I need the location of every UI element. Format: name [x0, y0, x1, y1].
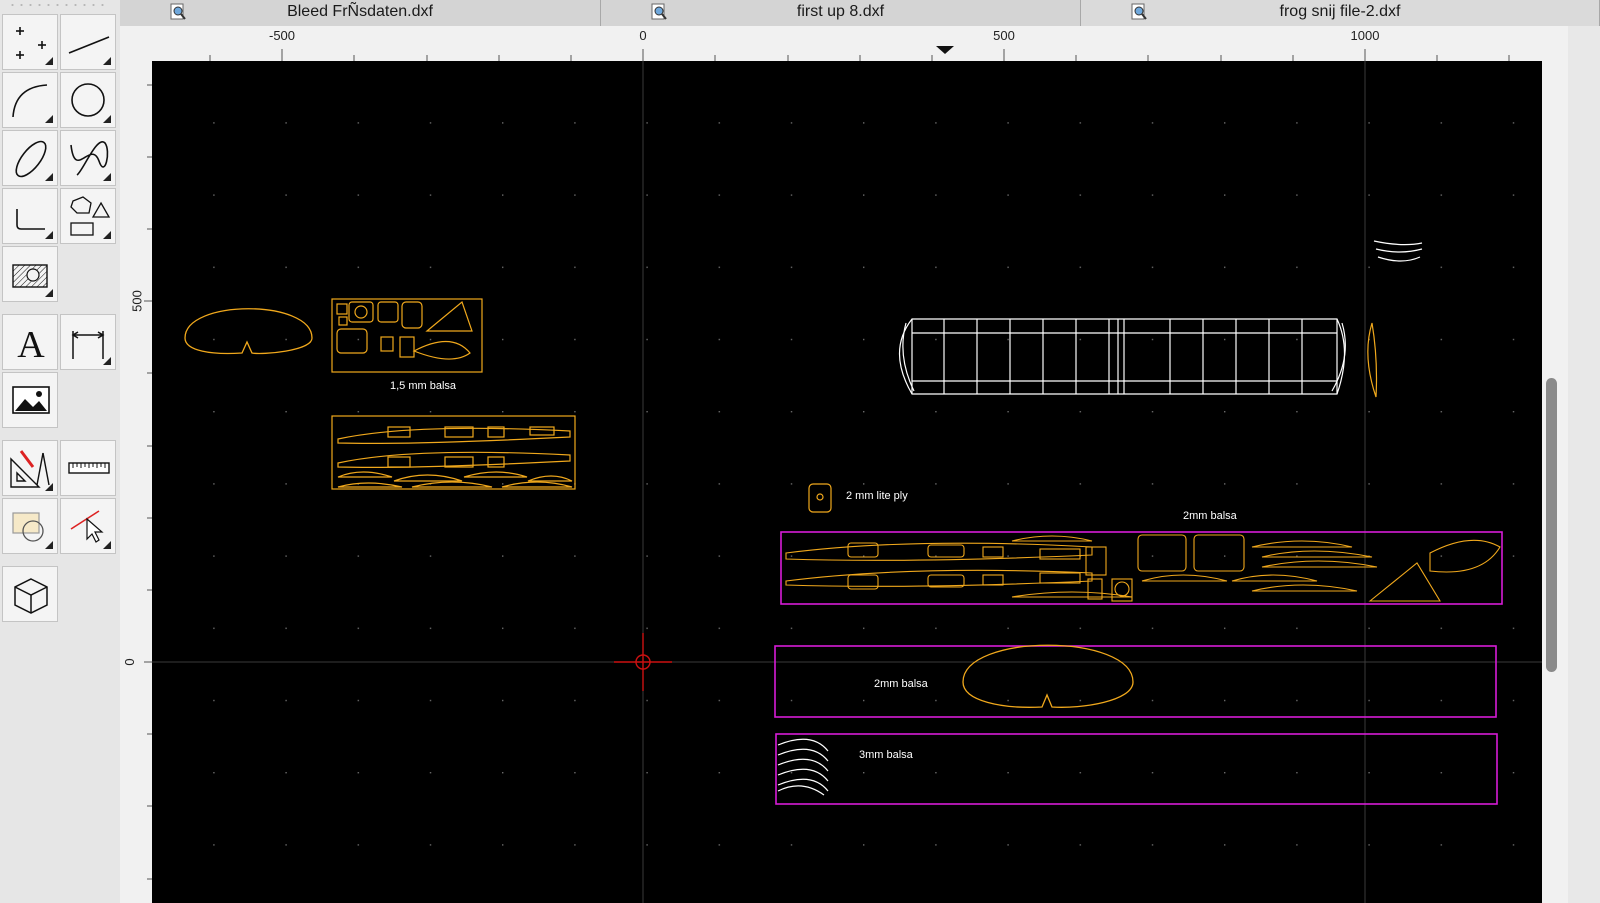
document-tab-bar: Bleed FrÑsdaten.dxf first up 8.dxf frog …: [120, 0, 1600, 27]
label-2mm-balsa-mid: 2mm balsa: [874, 678, 929, 690]
ruler-ticks: [209, 46, 1510, 61]
ruler-cursor-marker: [936, 46, 954, 54]
measure-tool-icon[interactable]: [60, 440, 116, 496]
ruler-label: 0: [639, 28, 647, 43]
arc-tool-icon[interactable]: [2, 72, 58, 128]
ruler-label: 0: [122, 658, 138, 666]
ruler-label: 1000: [1350, 28, 1380, 43]
spline-tool-icon[interactable]: [60, 130, 116, 186]
ruler-ticks: [144, 84, 152, 880]
tab-frog-snij-file-2[interactable]: frog snij file-2.dxf: [1081, 0, 1600, 26]
text-tool-glyph: A: [17, 324, 45, 366]
tab-label: Bleed FrÑsdaten.dxf: [287, 3, 433, 20]
dimension-tool-icon[interactable]: [60, 314, 116, 370]
hatch-tool-icon[interactable]: [2, 246, 58, 302]
tab-bleed-frasdaten[interactable]: Bleed FrÑsdaten.dxf: [120, 0, 601, 26]
tab-label: first up 8.dxf: [796, 3, 885, 20]
toolbox-grip[interactable]: [8, 2, 108, 8]
window-right-edge: [1568, 26, 1600, 903]
ruler-label: 500: [129, 290, 145, 312]
ruler-label: 500: [993, 28, 1015, 43]
text-tool-icon[interactable]: A: [2, 314, 58, 370]
ellipse-tool-icon[interactable]: [2, 130, 58, 186]
select-trim-tool-icon[interactable]: [60, 498, 116, 554]
label-1-5mm-balsa: 1,5 mm balsa: [390, 380, 457, 392]
tab-first-up-8[interactable]: first up 8.dxf: [601, 0, 1081, 26]
drawing-toolbox: A: [0, 0, 121, 903]
ruler-label: -500: [268, 28, 296, 43]
construction-tool-icon[interactable]: [2, 440, 58, 496]
line-tool-icon[interactable]: [60, 14, 116, 70]
scrollbar-thumb[interactable]: [1546, 378, 1557, 672]
points-tool-icon[interactable]: [2, 14, 58, 70]
horizontal-ruler[interactable]: -500 0 500 1000: [120, 26, 1600, 61]
label-2mm-lite-ply: 2 mm lite ply: [846, 490, 908, 502]
label-2mm-balsa-top: 2mm balsa: [1183, 510, 1238, 522]
modify-tool-icon[interactable]: [2, 498, 58, 554]
label-3mm-balsa: 3mm balsa: [859, 749, 914, 761]
tab-label: frog snij file-2.dxf: [1279, 3, 1401, 20]
vertical-ruler[interactable]: 500 0: [120, 61, 152, 903]
drawing-canvas[interactable]: 1,5 mm balsa 2 mm lite ply 2mm balsa 2mm…: [152, 61, 1542, 903]
3d-block-tool-icon[interactable]: [2, 566, 58, 622]
polyline-tool-icon[interactable]: [2, 188, 58, 244]
shapes-tool-icon[interactable]: [60, 188, 116, 244]
grid: [152, 61, 1542, 903]
circle-tool-icon[interactable]: [60, 72, 116, 128]
image-tool-icon[interactable]: [2, 372, 58, 428]
